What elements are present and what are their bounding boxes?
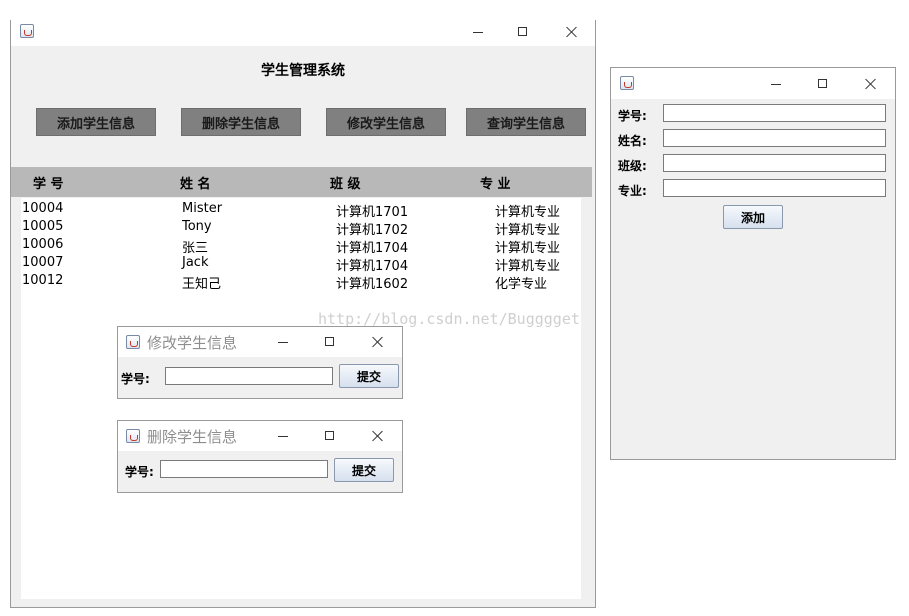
cell-major: 计算机专业 [495, 205, 561, 220]
add-id-label: 学号: [618, 109, 647, 123]
column-header-id[interactable]: 学 号 [33, 173, 64, 192]
java-cup-icon [126, 335, 140, 349]
minimize-icon[interactable] [471, 25, 485, 39]
add-submit-button[interactable]: 添加 [723, 205, 783, 229]
cell-class: 计算机1701 [336, 205, 409, 220]
add-major-field[interactable] [663, 179, 886, 197]
modify-student-button[interactable]: 修改学生信息 [326, 108, 446, 136]
add-class-label: 班级: [618, 159, 647, 173]
cell-id: 10012 [22, 273, 64, 288]
cell-id: 10005 [22, 219, 64, 234]
modify-id-label: 学号: [121, 372, 150, 386]
modify-id-field[interactable] [165, 367, 333, 385]
close-icon[interactable] [565, 25, 579, 39]
query-student-button[interactable]: 查询学生信息 [466, 108, 586, 136]
cell-class: 计算机1704 [336, 259, 409, 274]
cell-name: Jack [182, 255, 209, 270]
add-dialog [610, 67, 896, 460]
delete-dialog-title: 删除学生信息 [147, 428, 238, 446]
add-dialog-titlebar [611, 68, 895, 99]
delete-dialog: 删除学生信息 [117, 420, 403, 493]
cell-id: 10006 [22, 237, 64, 252]
minimize-icon[interactable] [276, 335, 290, 349]
cell-id: 10004 [22, 201, 64, 216]
maximize-icon[interactable] [323, 429, 337, 443]
maximize-icon[interactable] [323, 335, 337, 349]
cell-major: 化学专业 [495, 277, 548, 292]
minimize-icon[interactable] [276, 429, 290, 443]
java-cup-icon [126, 429, 140, 443]
minimize-icon[interactable] [769, 77, 783, 91]
add-class-field[interactable] [663, 154, 886, 172]
add-major-label: 专业: [618, 184, 647, 198]
cell-major: 计算机专业 [495, 223, 561, 238]
modify-dialog-title: 修改学生信息 [147, 334, 238, 352]
table-header: 学 号 姓 名 班 级 专 业 [11, 167, 592, 197]
cell-major: 计算机专业 [495, 259, 561, 274]
modify-submit-button[interactable]: 提交 [339, 364, 399, 388]
delete-submit-button[interactable]: 提交 [334, 458, 394, 482]
modify-dialog-titlebar: 修改学生信息 [118, 327, 402, 357]
close-icon[interactable] [371, 335, 385, 349]
cell-name: Tony [182, 219, 212, 234]
column-header-name[interactable]: 姓 名 [180, 173, 211, 192]
add-id-field[interactable] [663, 104, 886, 122]
cell-id: 10007 [22, 255, 64, 270]
add-name-label: 姓名: [618, 134, 647, 148]
maximize-icon[interactable] [816, 77, 830, 91]
java-cup-icon [20, 24, 34, 38]
cell-class: 计算机1704 [336, 241, 409, 256]
cell-major: 计算机专业 [495, 241, 561, 256]
close-icon[interactable] [864, 77, 878, 91]
add-name-field[interactable] [663, 129, 886, 147]
maximize-icon[interactable] [516, 25, 530, 39]
cell-class: 计算机1702 [336, 223, 409, 238]
page-title: 学生管理系统 [261, 63, 345, 79]
cell-name: 张三 [182, 241, 209, 256]
delete-student-button[interactable]: 删除学生信息 [181, 108, 301, 136]
main-titlebar [11, 20, 595, 46]
close-icon[interactable] [371, 429, 385, 443]
column-header-class[interactable]: 班 级 [330, 173, 361, 192]
delete-id-label: 学号: [125, 465, 154, 479]
modify-dialog: 修改学生信息 [117, 326, 403, 399]
delete-id-field[interactable] [160, 460, 328, 478]
java-cup-icon [620, 76, 634, 90]
cell-name: 王知己 [182, 277, 222, 292]
add-student-button[interactable]: 添加学生信息 [36, 108, 156, 136]
column-header-major[interactable]: 专 业 [480, 173, 511, 192]
cell-name: Mister [182, 201, 223, 216]
delete-dialog-titlebar: 删除学生信息 [118, 421, 402, 451]
cell-class: 计算机1602 [336, 277, 409, 292]
